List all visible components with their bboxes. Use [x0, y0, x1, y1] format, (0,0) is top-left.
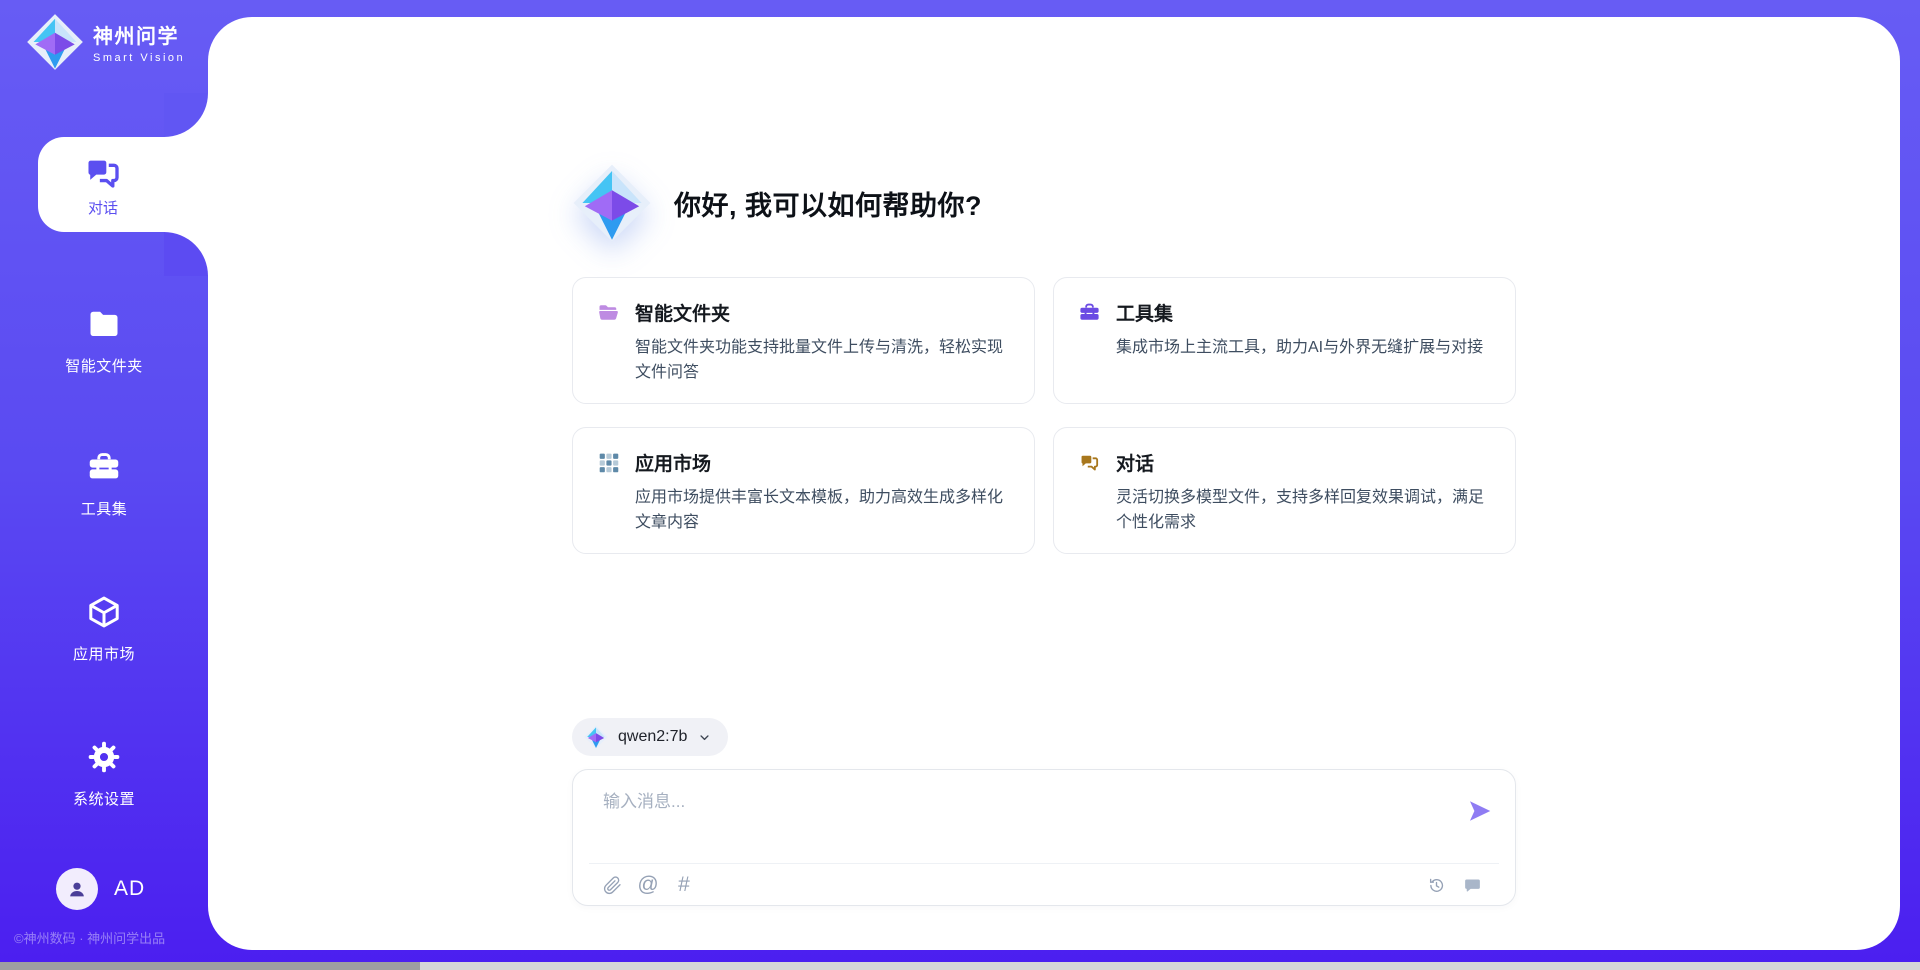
chat-bubble-icon: [1463, 876, 1482, 895]
card-title: 智能文件夹: [635, 299, 730, 326]
brand-text: 神州问学 Smart Vision: [93, 20, 185, 64]
card-smart-folder[interactable]: 智能文件夹 智能文件夹功能支持批量文件上传与清洗，轻松实现文件问答: [572, 277, 1035, 404]
hash-button[interactable]: #: [671, 872, 697, 898]
attach-file-button[interactable]: [599, 872, 625, 898]
send-icon: [1466, 797, 1494, 825]
card-header: 对话: [1078, 449, 1491, 476]
avatar: [56, 868, 98, 910]
card-title: 应用市场: [635, 449, 711, 476]
chevron-down-icon: [697, 730, 712, 745]
paperclip-icon: [603, 876, 622, 895]
card-description: 集成市场上主流工具，助力AI与外界无缝扩展与对接: [1116, 335, 1491, 360]
brand-name: 神州问学: [93, 20, 185, 49]
briefcase-icon: [86, 472, 122, 489]
greeting-title: 你好, 我可以如何帮助你?: [674, 184, 982, 223]
cube-icon: [86, 617, 122, 634]
card-description: 智能文件夹功能支持批量文件上传与清洗，轻松实现文件问答: [635, 335, 1010, 385]
folder-open-icon: [597, 301, 620, 324]
person-icon: [65, 877, 89, 901]
horizontal-scrollbar[interactable]: [0, 962, 1920, 970]
brand: 神州问学 Smart Vision: [26, 13, 185, 71]
sidebar-item-chat[interactable]: 对话: [38, 137, 208, 232]
grid-icon: [597, 451, 620, 474]
card-description: 灵活切换多模型文件，支持多样回复效果调试，满足个性化需求: [1116, 485, 1491, 535]
chat-icon: [82, 152, 124, 194]
card-header: 应用市场: [597, 449, 1010, 476]
card-chat[interactable]: 对话 灵活切换多模型文件，支持多样回复效果调试，满足个性化需求: [1053, 427, 1516, 554]
message-composer: @ #: [572, 769, 1516, 906]
model-name: qwen2:7b: [618, 728, 687, 746]
history-button[interactable]: [1423, 872, 1449, 898]
card-title: 工具集: [1116, 299, 1173, 326]
sidebar-item-label: 智能文件夹: [0, 355, 208, 376]
app-root: 神州问学 Smart Vision 对话 智能文件夹 工具集 应用市场 系统设置: [0, 0, 1920, 970]
active-tab-curve-top: [164, 93, 208, 137]
card-header: 智能文件夹: [597, 299, 1010, 326]
sidebar-item-toolset[interactable]: 工具集: [0, 449, 208, 519]
model-logo-icon: [584, 725, 608, 749]
user-initials: AD: [114, 877, 145, 901]
send-button[interactable]: [1466, 795, 1498, 827]
sidebar-item-app-market[interactable]: 应用市场: [0, 594, 208, 664]
scrollbar-thumb[interactable]: [0, 962, 420, 970]
chat-icon: [1078, 451, 1101, 474]
sidebar-item-label: 对话: [88, 197, 118, 218]
sidebar-item-label: 系统设置: [0, 788, 208, 809]
brand-logo-icon: [26, 13, 84, 71]
feature-cards: 智能文件夹 智能文件夹功能支持批量文件上传与清洗，轻松实现文件问答 工具集 集成…: [572, 277, 1516, 554]
model-selector[interactable]: qwen2:7b: [572, 718, 728, 756]
folder-icon: [86, 329, 122, 346]
sidebar: 神州问学 Smart Vision 对话 智能文件夹 工具集 应用市场 系统设置: [0, 0, 208, 970]
sidebar-item-label: 应用市场: [0, 643, 208, 664]
composer-toolbar: @ #: [599, 864, 1495, 906]
message-input[interactable]: [603, 787, 1433, 849]
main-panel: 你好, 我可以如何帮助你? 智能文件夹 智能文件夹功能支持批量文件上传与清洗，轻…: [208, 17, 1900, 950]
sidebar-footer: ©神州数码 · 神州问学出品: [14, 928, 165, 947]
user-profile[interactable]: AD: [56, 868, 145, 910]
sidebar-item-system-settings[interactable]: 系统设置: [0, 739, 208, 809]
hero-logo-icon: [572, 163, 652, 243]
sidebar-item-label: 工具集: [0, 498, 208, 519]
history-icon: [1427, 876, 1446, 895]
card-toolset[interactable]: 工具集 集成市场上主流工具，助力AI与外界无缝扩展与对接: [1053, 277, 1516, 404]
brand-subtitle: Smart Vision: [93, 52, 185, 64]
sidebar-item-smart-folder[interactable]: 智能文件夹: [0, 306, 208, 376]
mention-button[interactable]: @: [635, 872, 661, 898]
active-tab-curve-bottom: [164, 232, 208, 276]
greeting-block: 你好, 我可以如何帮助你?: [572, 163, 982, 243]
card-description: 应用市场提供丰富长文本模板，助力高效生成多样化文章内容: [635, 485, 1010, 535]
card-title: 对话: [1116, 449, 1154, 476]
quick-chat-button[interactable]: [1459, 872, 1485, 898]
card-app-market[interactable]: 应用市场 应用市场提供丰富长文本模板，助力高效生成多样化文章内容: [572, 427, 1035, 554]
gear-icon: [86, 762, 122, 779]
card-header: 工具集: [1078, 299, 1491, 326]
briefcase-icon: [1078, 301, 1101, 324]
